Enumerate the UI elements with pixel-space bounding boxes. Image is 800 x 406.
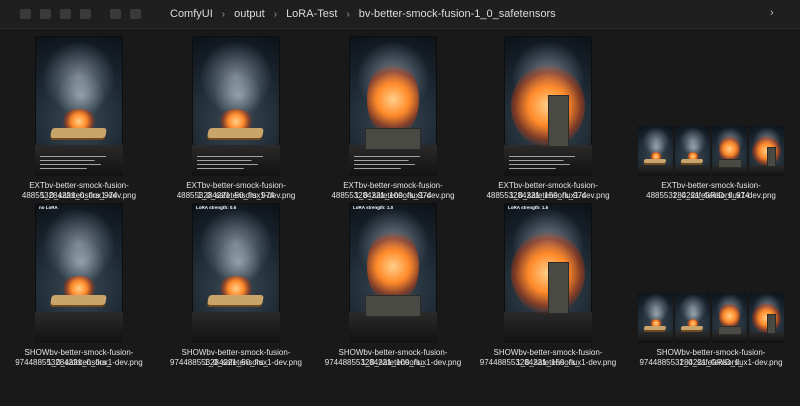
breadcrumb-item[interactable]: bv-better-smock-fusion-1_0_safetensors: [355, 8, 560, 20]
chevron-right-icon[interactable]: ›: [770, 7, 774, 19]
refresh-icon[interactable]: [80, 9, 91, 19]
lora-strength-caption: LoRA strength: 1.0: [353, 205, 394, 210]
forward-icon[interactable]: [40, 9, 51, 19]
lora-strength-caption: LoRA strength: 1.5: [508, 205, 549, 210]
file-item[interactable]: no LoRA SHOWbv-better-smock-fusion-1_0_sa…: [4, 28, 154, 406]
file-item[interactable]: SHOWbv-better-smock-fusion-1_0_safetenso…: [636, 28, 786, 406]
chevron-right-icon: [130, 9, 141, 19]
address-bar: ComfyUI › output › LoRA-Test › bv-better…: [0, 0, 800, 29]
lora-strength-caption: LoRA strength: 0.5: [196, 205, 237, 210]
breadcrumb-item[interactable]: ComfyUI: [166, 8, 217, 20]
image-thumbnail[interactable]: no LoRA: [35, 203, 123, 343]
grid-cell-image: [638, 293, 673, 343]
image-thumbnail[interactable]: LoRA strength: 1.5: [504, 203, 592, 343]
grid-cell-image: [675, 293, 710, 343]
chevron-right-icon: ›: [273, 8, 278, 20]
file-name-line-2: 974488553284221_GRID_flux1-dev.png: [639, 358, 783, 367]
folder-icon: [110, 9, 121, 19]
file-name-line-2: 974488553284221_50_flux1-dev.png: [170, 358, 302, 367]
back-icon[interactable]: [20, 9, 31, 19]
breadcrumb-item[interactable]: output: [230, 8, 269, 20]
file-item[interactable]: LoRA strength: 1.0 SHOWbv-better-smock-fu…: [318, 28, 468, 406]
file-name-line-2: 974488553284221_100_flux1-dev.png: [324, 358, 462, 367]
file-name-line-2: 974488553284221_0_flux1-dev.png: [15, 358, 143, 367]
chevron-right-icon: ›: [221, 8, 226, 20]
file-item[interactable]: LoRA strength: 1.5 SHOWbv-better-smock-fu…: [473, 28, 623, 406]
image-thumbnail[interactable]: [638, 293, 784, 343]
image-thumbnail[interactable]: LoRA strength: 1.0: [349, 203, 437, 343]
up-icon[interactable]: [60, 9, 71, 19]
breadcrumb: ComfyUI › output › LoRA-Test › bv-better…: [166, 6, 560, 22]
grid-cell-image: [712, 293, 747, 343]
image-thumbnail[interactable]: LoRA strength: 0.5: [192, 203, 280, 343]
file-item[interactable]: LoRA strength: 0.5 SHOWbv-better-smock-fu…: [161, 28, 311, 406]
chevron-right-icon: ›: [346, 8, 350, 20]
lora-strength-caption: no LoRA: [39, 205, 58, 210]
breadcrumb-item[interactable]: LoRA-Test: [282, 8, 341, 20]
grid-cell-image: [749, 293, 784, 343]
file-name-line-2: 974488553284221_150_flux1-dev.png: [479, 358, 617, 367]
file-grid: EXTbv-better-smock-fusion-1_0_safetensor…: [0, 28, 800, 406]
